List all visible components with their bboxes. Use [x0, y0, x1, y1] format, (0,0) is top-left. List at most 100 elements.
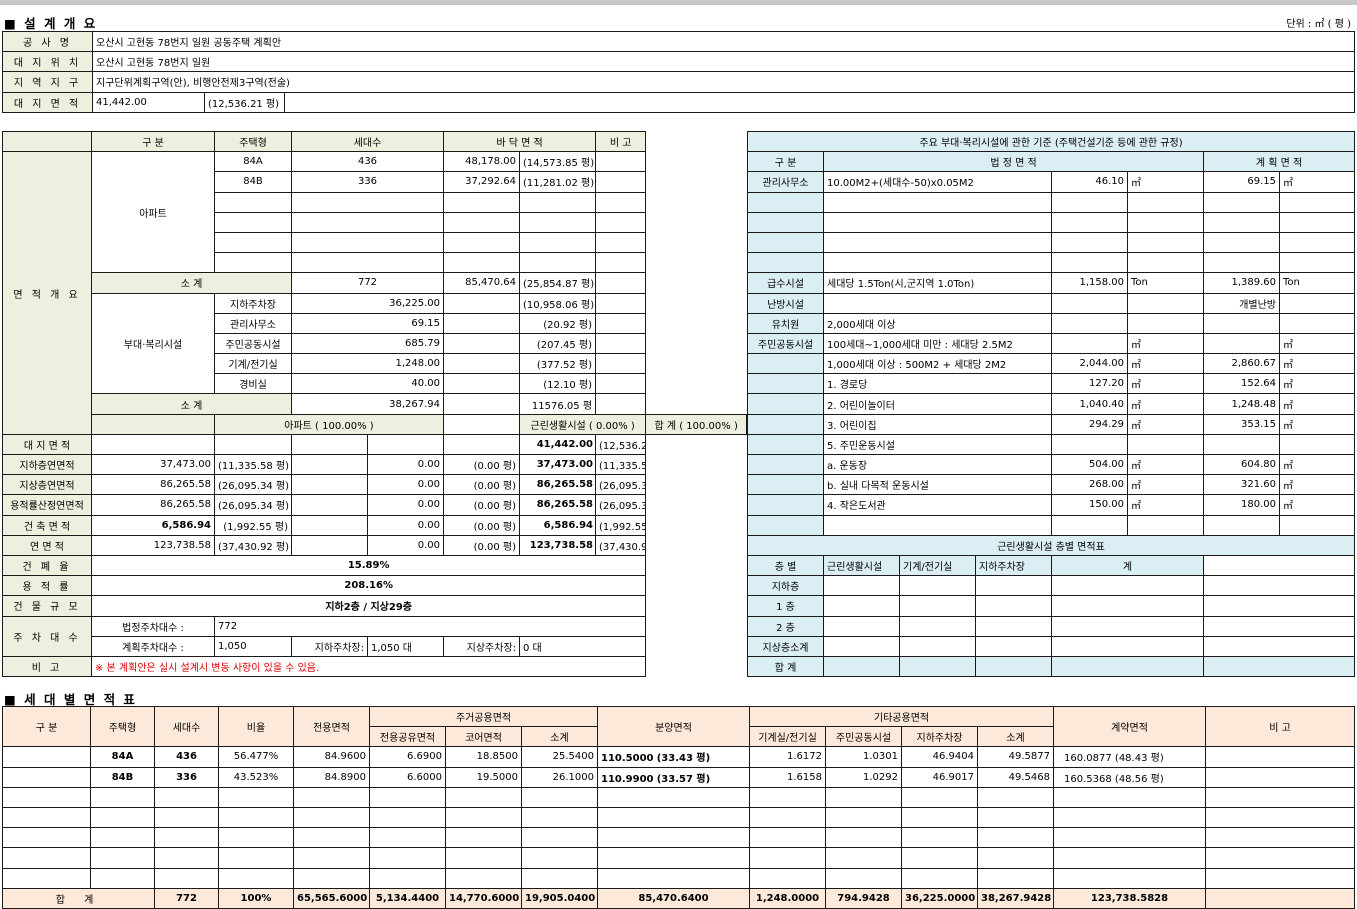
legal-unit: ㎡ [1127, 353, 1204, 375]
standard-desc [823, 252, 1052, 274]
floor-area: 48,178.00 [443, 151, 521, 173]
legal-unit [1127, 252, 1204, 274]
standard-row: 5. 주민운동시설 [747, 433, 1355, 456]
hdr-type: 주택형 [214, 130, 292, 153]
ratio-row: 용 적 률 208.16% [2, 575, 747, 597]
unit-row [2, 806, 1355, 829]
nb-floor-label: 2 층 [747, 615, 824, 637]
apt-pyeong: (1,992.55 평) [214, 514, 292, 536]
total-value: 41,442.00 [519, 433, 597, 456]
total-pyeong: (1,992.55 평) [595, 514, 647, 536]
project-name-label: 공 사 명 [2, 30, 93, 53]
nb-pyeong: (0.00 평) [443, 514, 521, 536]
ut-ratio: 43.523% [218, 766, 294, 788]
legal-value [1051, 191, 1128, 213]
ut-total-label: 합 계 [2, 887, 155, 909]
nb-value: 0.00 [366, 453, 445, 476]
ratio-row: 건 폐 율 15.89% [2, 554, 747, 577]
standard-row: 1. 경로당 127.20 ㎡ 152.64 ㎡ [747, 373, 1355, 395]
totals-label: 용적률산정연면적 [2, 494, 92, 516]
ut-sale: 110.9900 (33.57 평) [597, 766, 750, 788]
unit-row [2, 827, 1355, 849]
nb-hdr-park: 지하주차장 [975, 554, 1052, 577]
hdr-div: 구 분 [91, 130, 215, 153]
standards-title: 주요 부대·복리시설에 관한 기준 (주택건설기준 등에 관한 규정) [747, 130, 1355, 153]
legal-unit: Ton [1127, 272, 1204, 294]
parking-label: 주 차 대 수 [2, 615, 92, 657]
unit-area-table: 구 분 주택형 세대수 비율 전용면적 주거공용면적 분양면적 기타공용면적 계… [2, 705, 1355, 909]
legal-unit: ㎡ [1127, 332, 1204, 355]
design-overview-heading: ■ 설 계 개 요 [4, 16, 98, 31]
site-area: 41,442.00 [92, 91, 205, 113]
ratio-label: 건 폐 율 [2, 554, 92, 577]
legal-value: 268.00 [1051, 474, 1128, 496]
plan-value [1203, 211, 1280, 233]
ut-exclusive: 84.9600 [293, 746, 370, 768]
hdr-units: 세대수 [290, 130, 445, 153]
ut-hdr-res-a: 전용공유면적 [369, 726, 446, 748]
facility-name: 기계/전기실 [214, 353, 292, 375]
ut-sale: 110.5000 (33.43 평) [597, 746, 750, 768]
total-pyeong: (12,536.21 평) [595, 433, 647, 456]
ut-hdr-other: 기타공용면적 [748, 705, 1055, 728]
plan-unit [1279, 191, 1355, 213]
facility-name: 경비실 [214, 373, 292, 395]
ut-type: 84A [90, 746, 155, 768]
standard-row: b. 실내 다목적 운동시설 268.00 ㎡ 321.60 ㎡ [747, 474, 1355, 496]
plan-unit: ㎡ [1279, 494, 1355, 516]
facility-area: 69.15 [290, 312, 445, 334]
standard-row: 4. 작은도서관 150.00 ㎡ 180.00 ㎡ [747, 494, 1355, 516]
ut-hdr-exclusive: 전용면적 [293, 705, 370, 748]
standard-row [747, 514, 1355, 536]
std-hdr-div: 구 분 [747, 151, 824, 173]
ut-contract: 160.0877 (48.43 평) [1053, 746, 1207, 768]
ut-res-c: 25.5400 [521, 746, 598, 768]
ut-oth-c: 46.9017 [901, 766, 978, 788]
nb-pyeong: (0.00 평) [443, 453, 521, 476]
legal-value [1051, 332, 1128, 355]
site-area-pyeong: (12,536.21 평) [204, 91, 285, 113]
facility-name: 지하주차장 [214, 292, 292, 314]
apt-pyeong [214, 433, 292, 456]
facility-subtotal-row: 소 계 38,267.94 11576.05 평 [3, 393, 747, 415]
total-value: 86,265.58 [519, 474, 597, 496]
plan-unit: ㎡ [1279, 373, 1355, 395]
nb-floor-label: 합 계 [747, 655, 824, 678]
apt-value [91, 433, 215, 456]
ut-total-res-c: 19,905.0400 [521, 887, 598, 909]
legal-value: 2,044.00 [1051, 353, 1128, 375]
ut-oth-d: 49.5877 [976, 746, 1055, 768]
ut-hdr-oth-b: 주민공동시설 [825, 726, 902, 748]
standard-category [747, 191, 824, 213]
legal-unit: ㎡ [1127, 474, 1204, 496]
plan-value: 353.15 [1203, 413, 1280, 435]
plan-unit: ㎡ [1279, 171, 1355, 193]
plan-value: 2,860.67 [1203, 353, 1280, 375]
legal-unit [1127, 433, 1204, 456]
house-type: 84B [214, 171, 292, 193]
standard-category: 관리사무소 [747, 171, 824, 193]
standard-row: 급수시설 세대당 1.5Ton(시,군지역 1.0Ton) 1,158.00 Ton 1… [747, 272, 1355, 294]
totals-header-row: 아파트 ( 100.00% ) 근린생활시설 ( 0.00% ) 합 계 ( 100… [3, 413, 747, 435]
plan-value: 180.00 [1203, 494, 1280, 516]
plan-unit [1279, 292, 1355, 314]
ut-hdr-oth-a: 기계실/전기실 [749, 726, 826, 748]
above-parking-value: 0 대 [519, 635, 647, 657]
nb-floor-row: 지하층 [747, 575, 1355, 597]
ut-contract-pyeong: (48.43 평) [1114, 753, 1164, 765]
total-value: 37,473.00 [519, 453, 597, 476]
apt-subtotal-row: 소 계 772 85,470.64 (25,854.87 평) [3, 272, 747, 294]
nb-hdr-nb: 근린생활시설 [823, 554, 900, 577]
plan-value [1203, 191, 1280, 213]
facility-subtotal-area: 38,267.94 [290, 393, 445, 415]
std-hdr-plan: 계 획 면 적 [1203, 151, 1355, 173]
legal-unit [1127, 211, 1204, 233]
legal-unit: ㎡ [1127, 453, 1204, 476]
totals-row: 연 면 적 123,738.58 (37,430.92 평) 0.00 (0.00 평)… [2, 534, 747, 556]
standard-desc: 세대당 1.5Ton(시,군지역 1.0Ton) [823, 272, 1052, 294]
totals-label: 지하층연면적 [2, 453, 92, 476]
standard-row [747, 191, 1355, 213]
total-pyeong: (26,095.34 평) [595, 474, 647, 496]
standard-desc: 1. 경로당 [823, 373, 1052, 395]
unit-row [2, 847, 1355, 869]
